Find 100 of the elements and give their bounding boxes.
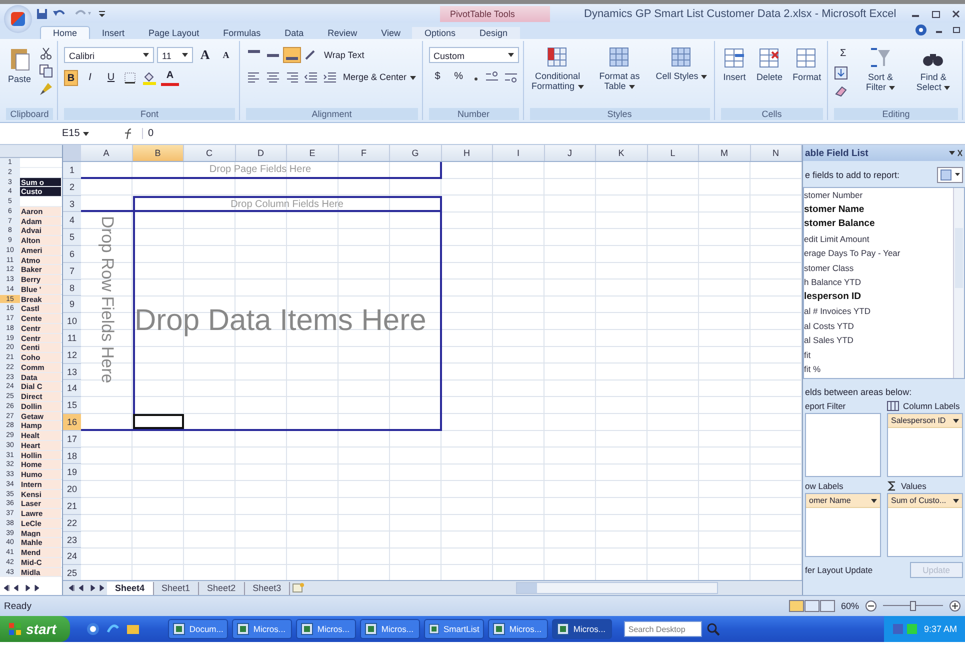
- taskbar-item[interactable]: Micros...: [488, 619, 548, 639]
- row-header[interactable]: 3: [63, 196, 81, 212]
- ribbon-tab[interactable]: Review: [316, 27, 370, 39]
- tray-icons[interactable]: [892, 623, 918, 635]
- zoom-level[interactable]: 60%: [840, 601, 859, 611]
- name-box[interactable]: E15: [6, 128, 116, 139]
- row-header[interactable]: 14: [63, 380, 81, 398]
- taskbar-item[interactable]: SmartList: [424, 619, 484, 639]
- row-header[interactable]: 5: [63, 229, 81, 246]
- restore-icon[interactable]: [952, 26, 961, 34]
- column-header[interactable]: J: [544, 145, 596, 161]
- ribbon-tab[interactable]: Home: [40, 26, 90, 39]
- sheet-navigation-icon[interactable]: [67, 583, 107, 593]
- field-item[interactable]: lesperson ID: [804, 290, 953, 304]
- start-button[interactable]: start: [0, 616, 70, 642]
- column-header[interactable]: I: [493, 145, 544, 161]
- column-header[interactable]: G: [390, 145, 442, 161]
- row-header[interactable]: 7: [63, 262, 81, 280]
- ribbon-tab[interactable]: Page Layout: [136, 27, 212, 39]
- field-item[interactable]: stomer Name: [804, 202, 953, 217]
- field-chip[interactable]: omer Name: [806, 494, 880, 508]
- field-item[interactable]: stomer Class: [804, 260, 953, 275]
- row-header[interactable]: 19: [63, 464, 81, 482]
- worksheet-grid[interactable]: Drop Page Fields Here Drop Column Fields Here Drop Row Fields Here Drop Data Items Here: [81, 162, 802, 580]
- underline-button[interactable]: U: [102, 70, 120, 86]
- merge-center-button[interactable]: Merge & Center: [341, 69, 418, 85]
- save-icon[interactable]: [36, 8, 48, 20]
- row-header[interactable]: 6: [63, 246, 81, 263]
- row-header[interactable]: 21: [63, 498, 81, 515]
- field-chip[interactable]: Salesperson ID: [888, 414, 962, 428]
- number-format-dropdown[interactable]: Custom: [428, 47, 519, 63]
- row-fields-drop-area[interactable]: Drop Row Fields Here: [81, 210, 132, 431]
- folder-icon[interactable]: [126, 622, 140, 636]
- row-header[interactable]: 17: [63, 430, 81, 448]
- editing-button[interactable]: Sort & Filter: [858, 44, 903, 94]
- restore-icon[interactable]: [931, 8, 941, 18]
- taskbar-item[interactable]: Micros...: [552, 619, 612, 639]
- bold-button[interactable]: B: [64, 70, 78, 86]
- row-header[interactable]: 4: [63, 212, 81, 230]
- taskbar-item[interactable]: Docum...: [168, 619, 228, 639]
- cells-button[interactable]: Insert: [720, 44, 749, 84]
- editing-button[interactable]: Find & Select: [908, 44, 958, 94]
- brush-icon[interactable]: [39, 82, 54, 96]
- help-icon[interactable]: [915, 24, 927, 36]
- row-header[interactable]: 13: [63, 364, 81, 380]
- search-icon[interactable]: [706, 622, 720, 636]
- selected-cell[interactable]: [132, 414, 184, 429]
- style-button[interactable]: Conditional Formatting: [530, 44, 586, 94]
- formula-field[interactable]: 0: [142, 128, 959, 139]
- row-header[interactable]: 10: [63, 313, 81, 330]
- zoom-out-icon[interactable]: [865, 600, 877, 612]
- fill-icon[interactable]: [834, 66, 848, 80]
- search-field[interactable]: Search Desktop: [624, 621, 702, 637]
- cells-button[interactable]: Delete: [754, 44, 785, 84]
- align-right-icon[interactable]: [284, 70, 300, 84]
- data-items-drop-area[interactable]: Drop Data Items Here: [132, 212, 442, 431]
- column-header[interactable]: F: [338, 145, 390, 161]
- currency-button[interactable]: $: [428, 69, 447, 85]
- area-drop-box[interactable]: Salesperson ID: [887, 413, 963, 477]
- row-header[interactable]: 9: [63, 296, 81, 314]
- ribbon-tab[interactable]: View: [369, 27, 412, 39]
- paste-button[interactable]: Paste: [6, 44, 34, 86]
- field-item[interactable]: fit %: [804, 362, 953, 376]
- ribbon-tab[interactable]: Options: [412, 27, 468, 39]
- fill-color-icon[interactable]: [142, 70, 158, 84]
- increase-indent-icon[interactable]: [322, 70, 338, 84]
- grow-font-button[interactable]: A: [196, 47, 214, 63]
- row-header[interactable]: 22: [63, 514, 81, 532]
- copy-icon[interactable]: [39, 64, 54, 78]
- ribbon-tab[interactable]: Formulas: [211, 27, 273, 39]
- taskbar-item[interactable]: Micros...: [296, 619, 356, 639]
- field-item[interactable]: edit Limit Amount: [804, 232, 953, 246]
- column-header[interactable]: H: [442, 145, 493, 161]
- style-button[interactable]: Format as Table: [592, 44, 648, 94]
- field-item[interactable]: erage Days To Pay - Year: [804, 246, 953, 260]
- scissors-icon[interactable]: [39, 46, 54, 60]
- font-color-button[interactable]: A: [161, 69, 180, 86]
- row-header[interactable]: 11: [63, 330, 81, 347]
- customize-icon[interactable]: [98, 8, 106, 18]
- sheet-navigation-icon[interactable]: [2, 583, 42, 593]
- layout-icon[interactable]: [937, 167, 963, 183]
- field-item[interactable]: al Sales YTD: [804, 333, 953, 348]
- wrap-text-button[interactable]: Wrap Text: [322, 47, 366, 63]
- area-drop-box[interactable]: omer Name: [805, 493, 881, 557]
- percent-button[interactable]: %: [450, 69, 468, 85]
- column-header[interactable]: M: [699, 145, 750, 161]
- field-item[interactable]: al # Invoices YTD: [804, 304, 953, 318]
- row-header[interactable]: 1: [63, 162, 81, 179]
- italic-button[interactable]: I: [81, 70, 100, 86]
- font-name-dropdown[interactable]: Calibri: [64, 47, 154, 63]
- horizontal-scrollbar[interactable]: [516, 582, 718, 594]
- close-icon[interactable]: [949, 149, 963, 157]
- row-header[interactable]: 24: [63, 548, 81, 566]
- browser-icon[interactable]: [86, 622, 100, 636]
- shrink-font-button[interactable]: A: [217, 47, 236, 63]
- vertical-scrollbar[interactable]: [953, 188, 964, 378]
- column-header[interactable]: C: [184, 145, 236, 161]
- eraser-icon[interactable]: [834, 84, 848, 98]
- close-icon[interactable]: [951, 8, 961, 18]
- row-header[interactable]: 12: [63, 346, 81, 364]
